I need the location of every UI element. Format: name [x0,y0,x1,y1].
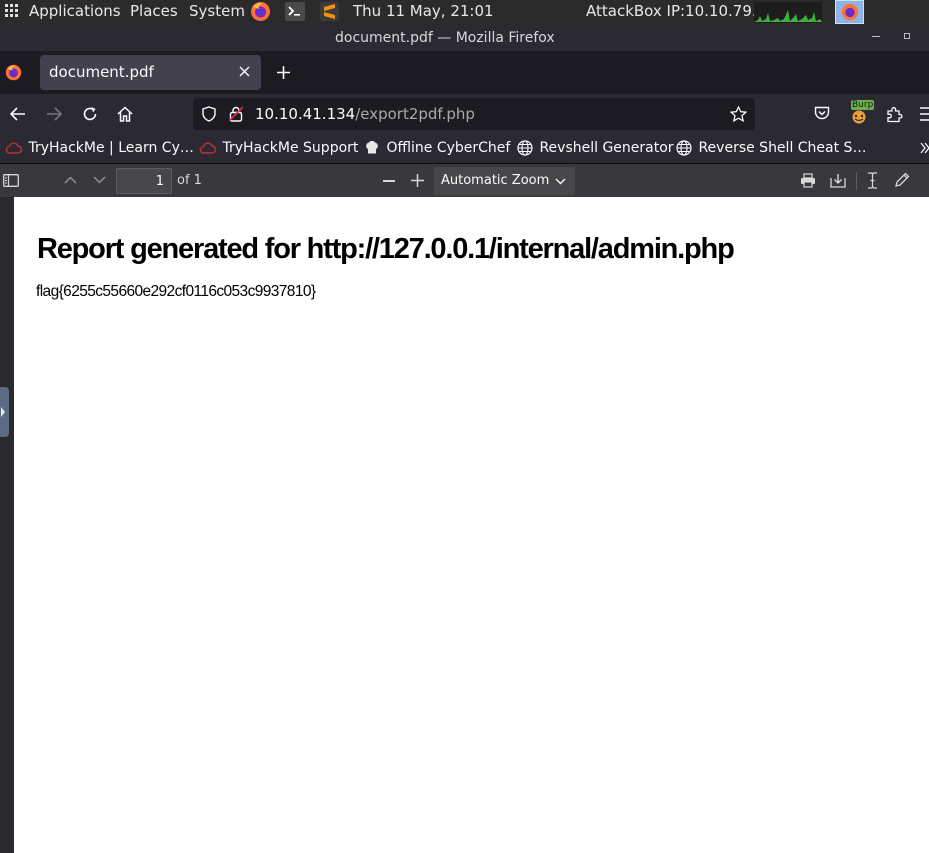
menu-system[interactable]: System [189,2,245,20]
tab-label: document.pdf [49,63,154,81]
chef-hat-icon [364,141,380,155]
firefox-launcher-icon[interactable] [250,1,271,22]
bookmark-label: Revshell Generator [539,140,674,156]
zoom-out-icon[interactable] [383,180,395,182]
bookmark-label: Reverse Shell Cheat S… [698,140,867,156]
burp-extension-icon[interactable]: Burp [848,100,875,124]
apps-grid-icon[interactable] [5,4,19,18]
page-count-label: of 1 [177,173,202,188]
reload-icon[interactable] [82,106,98,122]
attackbox-ip: AttackBox IP:10.10.79.23 [586,2,776,20]
url-host: 10.10.41.134 [255,105,356,123]
home-icon[interactable] [117,106,133,122]
firefox-view-icon[interactable] [5,64,22,81]
terminal-launcher-icon[interactable] [285,2,305,21]
clock: Thu 11 May, 21:01 [353,2,494,20]
globe-icon [517,140,533,156]
close-tab-icon[interactable] [239,66,250,77]
bookmark-label: TryHackMe Support [222,140,359,156]
bookmarks-overflow-chevron-icon[interactable] [920,142,929,154]
insecure-lock-icon[interactable] [229,106,243,122]
tracking-protection-shield-icon[interactable] [202,106,216,122]
zoom-select[interactable]: Automatic Zoom [434,167,575,195]
previous-page-icon[interactable] [64,176,77,184]
separator [856,172,857,190]
burp-badge: Burp [851,100,875,110]
sidebar-handle[interactable] [0,387,9,437]
forward-icon[interactable] [46,107,62,121]
draw-pencil-icon[interactable] [894,172,910,188]
bookmark-label: Offline CyberChef [386,140,511,156]
menu-applications[interactable]: Applications [29,2,121,20]
pdf-page: Report generated for http://127.0.0.1/in… [14,197,929,853]
bookmark-tryhackme-learn[interactable]: TryHackMe | Learn Cy… [5,140,194,156]
bookmark-label: TryHackMe | Learn Cy… [28,140,194,156]
restore-icon[interactable] [904,33,910,39]
save-download-icon[interactable] [830,173,846,188]
extensions-puzzle-icon[interactable] [886,106,903,123]
tryhackme-cloud-icon [199,142,216,154]
globe-icon [676,140,692,156]
bookmark-reverse-shell-cheat-sheet[interactable]: Reverse Shell Cheat S… [676,140,866,156]
tab-document-pdf[interactable]: document.pdf [40,55,261,90]
zoom-in-icon[interactable] [411,174,424,187]
print-icon[interactable] [800,173,816,188]
bookmarks-toolbar: TryHackMe | Learn Cy… TryHackMe Support … [0,134,929,163]
bookmark-revshell-generator[interactable]: Revshell Generator [517,140,674,156]
window-titlebar: document.pdf — Mozilla Firefox [0,24,929,51]
app-menu-icon[interactable] [920,107,929,121]
system-top-panel: Applications Places System Thu 11 May, 2… [0,0,929,24]
tab-strip: document.pdf [0,51,929,94]
url-text: 10.10.41.134/export2pdf.php [255,105,475,123]
tryhackme-cloud-icon [5,142,22,154]
sublime-text-launcher-icon[interactable] [320,2,339,21]
chevron-down-icon [555,178,566,185]
bookmark-tryhackme-support[interactable]: TryHackMe Support [199,140,358,156]
sidebar-toggle-icon[interactable] [3,174,19,187]
report-heading: Report generated for http://127.0.0.1/in… [37,233,735,265]
system-monitor-graph [754,2,822,23]
url-bar[interactable]: 10.10.41.134/export2pdf.php [193,98,755,130]
pocket-icon[interactable] [814,106,830,121]
back-icon[interactable] [10,107,26,121]
navigation-toolbar: 10.10.41.134/export2pdf.php Burp [0,94,929,134]
new-tab-icon[interactable] [277,66,290,79]
text-select-cursor-icon[interactable] [867,172,878,189]
flag-text: flag{6255c55660e292cf0116c053c9937810} [36,283,316,300]
zoom-select-value: Automatic Zoom [441,173,550,188]
pdf-viewer-area: Report generated for http://127.0.0.1/in… [0,197,929,853]
menu-places[interactable]: Places [130,2,178,20]
bookmark-offline-cyberchef[interactable]: Offline CyberChef [364,140,510,156]
minimize-icon[interactable] [872,36,880,37]
window-title: document.pdf — Mozilla Firefox [335,30,555,46]
next-page-icon[interactable] [93,176,106,184]
url-path: /export2pdf.php [355,105,475,123]
firefox-taskbar-icon[interactable] [835,0,864,24]
bookmark-star-icon[interactable] [730,106,747,122]
page-number-input[interactable]: 1 [116,168,172,194]
pdf-toolbar: 1 of 1 Automatic Zoom [0,163,929,197]
